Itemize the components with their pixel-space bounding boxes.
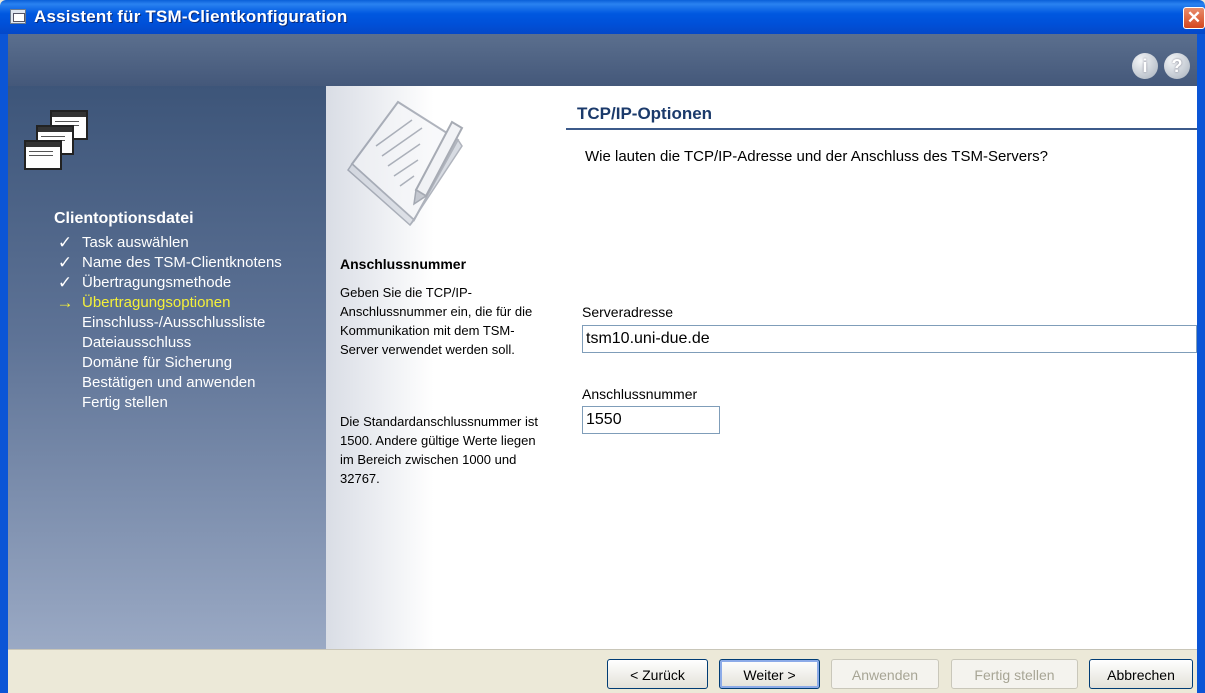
title-bar[interactable]: Assistent für TSM-Clientkonfiguration	[0, 0, 1205, 34]
close-button[interactable]: ✕	[1183, 7, 1205, 29]
info-title: Anschlussnummer	[340, 256, 467, 272]
nav-step-label: Task auswählen	[82, 234, 189, 251]
info-paragraph-2: Die Standardanschlussnummer ist 1500. An…	[340, 414, 538, 486]
nav-step-einschlussliste: Einschluss-/Ausschlussliste	[54, 313, 282, 333]
header-band	[8, 34, 1197, 86]
nav-step-label: Name des TSM-Clientknotens	[82, 254, 282, 271]
nav-step-task-auswaehlen: ✓ Task auswählen	[54, 233, 282, 253]
nav-heading: Clientoptionsdatei	[54, 210, 194, 227]
window-frame-right	[1197, 34, 1205, 693]
main-pane	[566, 86, 1197, 649]
window-title: Assistent für TSM-Clientkonfiguration	[34, 7, 348, 26]
check-icon: ✓	[57, 233, 73, 252]
info-paragraph-1: Geben Sie die TCP/IP-Anschlussnummer ein…	[340, 285, 533, 357]
nav-step-label: Dateiausschluss	[82, 334, 192, 351]
nav-step-label: Domäne für Sicherung	[82, 354, 233, 371]
back-button[interactable]: < Zurück	[607, 659, 708, 689]
nav-step-label: Bestätigen und anwenden	[82, 374, 256, 391]
check-icon: ✓	[57, 273, 73, 292]
arrow-right-icon: →	[56, 293, 74, 312]
nav-step-domaene: Domäne für Sicherung	[54, 353, 282, 373]
nav-step-uebertragungsmethode: ✓ Übertragungsmethode	[54, 273, 282, 293]
next-button[interactable]: Weiter >	[719, 659, 820, 689]
app-icon[interactable]	[10, 9, 26, 24]
info-icon[interactable]: i	[1132, 53, 1158, 79]
nav-step-list: ✓ Task auswählen ✓ Name des TSM-Clientknot…	[54, 233, 282, 413]
nav-step-label: Einschluss-/Ausschlussliste	[82, 314, 266, 331]
nav-step-clientknoten: ✓ Name des TSM-Clientknotens	[54, 253, 282, 273]
title-divider	[566, 128, 1197, 130]
help-icon[interactable]: ?	[1164, 53, 1190, 79]
port-number-label: Anschlussnummer	[582, 386, 698, 402]
server-address-label: Serveradresse	[582, 304, 674, 320]
cancel-button[interactable]: Abbrechen	[1089, 659, 1193, 689]
nav-step-fertig-stellen: Fertig stellen	[54, 393, 282, 413]
nav-step-label: Übertragungsoptionen	[82, 294, 231, 311]
notepad-pencil-icon	[347, 100, 464, 226]
nav-step-uebertragungsoptionen: → Übertragungsoptionen	[54, 293, 282, 313]
page-question: Wie lauten die TCP/IP-Adresse und der An…	[585, 148, 1048, 165]
window-frame-left	[0, 34, 8, 693]
server-address-input[interactable]	[582, 325, 1197, 353]
nav-step-dateiausschluss: Dateiausschluss	[54, 333, 282, 353]
nav-step-bestaetigen: Bestätigen und anwenden	[54, 373, 282, 393]
apply-button[interactable]: Anwenden	[831, 659, 939, 689]
page-title: TCP/IP-Optionen	[577, 104, 713, 123]
nav-step-label: Fertig stellen	[82, 394, 168, 411]
finish-button[interactable]: Fertig stellen	[951, 659, 1078, 689]
wizard-windows-icon	[24, 110, 94, 180]
check-icon: ✓	[57, 253, 73, 272]
nav-step-label: Übertragungsmethode	[82, 274, 232, 291]
port-number-input[interactable]	[582, 406, 720, 434]
